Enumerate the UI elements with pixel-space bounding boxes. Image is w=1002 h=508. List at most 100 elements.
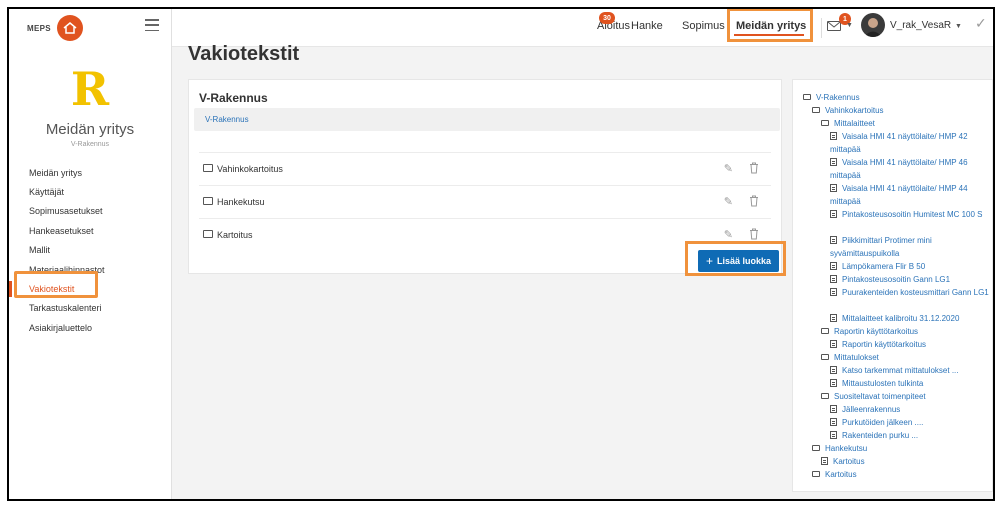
sidebar-item-asiakirjaluettelo[interactable]: Asiakirjaluettelo: [9, 318, 171, 337]
breadcrumb-link[interactable]: V-Rakennus: [205, 115, 249, 124]
folder-icon: [812, 471, 820, 477]
highlight-box-nav: [727, 9, 813, 42]
document-icon: [830, 132, 837, 140]
document-icon: [830, 158, 837, 166]
sidebar-item-tarkastuskalenteri[interactable]: Tarkastuskalenteri: [9, 299, 171, 318]
tree-item[interactable]: Raportin käyttötarkoitus: [830, 338, 926, 351]
nav-sopimus[interactable]: Sopimus: [682, 20, 725, 32]
tree-item[interactable]: Kartoitus: [812, 468, 857, 481]
mail-icon[interactable]: [827, 21, 841, 31]
sidebar-item-mallit[interactable]: Mallit: [9, 241, 171, 260]
sidebar-item-materiaalihinnastot[interactable]: Materiaalihinnastot: [9, 260, 171, 279]
sidebar-item-meidan-yritys[interactable]: Meidän yritys: [9, 163, 171, 182]
folder-icon: [812, 445, 820, 451]
category-row[interactable]: Vahinkokartoitus ✎: [199, 152, 771, 185]
logo[interactable]: MEPS: [9, 9, 171, 47]
tree-item[interactable]: Mittatulokset: [821, 351, 879, 364]
company-subtitle: V-Rakennus: [70, 141, 110, 148]
sidebar-item-hankeasetukset[interactable]: Hankeasetukset: [9, 221, 171, 240]
tree-item[interactable]: Rakenteiden purku ...: [830, 429, 918, 442]
tree-item[interactable]: Suositeltavat toimenpiteet: [821, 390, 926, 403]
tree-item[interactable]: Piikkimittari Protimer mini syvämittausp…: [830, 234, 990, 260]
trash-icon[interactable]: [749, 161, 759, 174]
sidebar-item-vakiotekstit[interactable]: Vakiotekstit: [9, 279, 171, 298]
tree-item[interactable]: Purkutöiden jälkeen ....: [830, 416, 923, 429]
categories-card: V-Rakennus V-Rakennus Vahinkokartoitus ✎…: [188, 79, 786, 276]
document-icon: [830, 184, 837, 192]
folder-icon: [203, 230, 213, 238]
trash-icon[interactable]: [749, 227, 759, 240]
document-icon: [830, 314, 837, 322]
nav-hanke[interactable]: Hanke: [631, 20, 663, 32]
tree-item[interactable]: Vahinkokartoitus: [812, 104, 884, 117]
folder-icon: [203, 164, 213, 172]
edit-icon[interactable]: ✎: [724, 228, 733, 241]
category-row[interactable]: Hankekutsu ✎: [199, 185, 771, 218]
document-icon: [830, 366, 837, 374]
tree-item[interactable]: Mittaustulosten tulkinta: [830, 377, 923, 390]
tree-item[interactable]: Mittalaitteet kalibroitu 31.12.2020: [830, 312, 959, 325]
tree-item[interactable]: Vaisala HMI 41 näyttölaite/ HMP 44 mitta…: [830, 182, 990, 208]
company-name: Meidän yritys: [45, 121, 135, 138]
category-label[interactable]: Vahinkokartoitus: [217, 164, 283, 174]
tree-item[interactable]: Puurakenteiden kosteusmittari Gann LG1: [830, 286, 990, 299]
tree-item[interactable]: Vaisala HMI 41 näyttölaite/ HMP 42 mitta…: [830, 130, 990, 156]
tree-item[interactable]: Jälleenrakennus: [830, 403, 900, 416]
folder-icon: [821, 328, 829, 334]
page-title: Vakiotekstit: [188, 43, 300, 65]
folder-icon: [812, 107, 820, 113]
user-name[interactable]: V_rak_VesaR: [890, 20, 951, 31]
folder-icon: [803, 94, 811, 100]
document-icon: [830, 236, 837, 244]
chevron-down-icon[interactable]: ▼: [846, 22, 853, 29]
category-row[interactable]: Kartoitus ✎: [199, 218, 771, 251]
nav-divider: [821, 18, 822, 38]
category-label[interactable]: Kartoitus: [217, 230, 253, 240]
tree-item[interactable]: Kartoitus: [821, 455, 865, 468]
sidebar-item-sopimusasetukset[interactable]: Sopimusasetukset: [9, 202, 171, 221]
tree-item[interactable]: Katso tarkemmat mittatulokset ...: [830, 364, 958, 377]
logo-text: MEPS: [27, 23, 51, 33]
document-icon: [830, 210, 837, 218]
tree-item[interactable]: Mittalaitteet: [821, 117, 875, 130]
edit-icon[interactable]: ✎: [724, 195, 733, 208]
category-label[interactable]: Hankekutsu: [217, 197, 265, 207]
document-icon: [830, 431, 837, 439]
folder-icon: [821, 393, 829, 399]
folder-icon: [203, 197, 213, 205]
avatar[interactable]: [861, 13, 885, 37]
notification-badge-aloitus: 30: [599, 12, 615, 24]
tree-item[interactable]: Pintakosteusosoitin Gann LG1: [830, 273, 950, 286]
folder-icon: [821, 354, 829, 360]
edit-icon[interactable]: ✎: [724, 162, 733, 175]
document-icon: [821, 457, 828, 465]
document-icon: [830, 405, 837, 413]
company-logo-letter: R: [70, 62, 110, 116]
sidebar-item-kayttajat[interactable]: Käyttäjät: [9, 182, 171, 201]
check-icon[interactable]: ✓: [975, 15, 987, 32]
document-icon: [830, 340, 837, 348]
tree-item[interactable]: Pintakosteusosoitin Humitest MC 100 S: [830, 208, 990, 221]
top-navigation: Aloitus 30 Hanke Sopimus Meidän yritys 1…: [172, 9, 993, 47]
tree-item[interactable]: Vaisala HMI 41 näyttölaite/ HMP 46 mitta…: [830, 156, 990, 182]
document-icon: [830, 275, 837, 283]
document-icon: [830, 288, 837, 296]
tree-item[interactable]: Hankekutsu: [812, 442, 867, 455]
house-logo-icon: [56, 15, 83, 41]
category-tree-panel: V-Rakennus Vahinkokartoitus Mittalaittee…: [792, 79, 993, 492]
trash-icon[interactable]: [749, 194, 759, 207]
tree-item[interactable]: V-Rakennus: [803, 91, 860, 104]
tree-item[interactable]: Raportin käyttötarkoitus: [821, 325, 918, 338]
document-icon: [830, 262, 837, 270]
app-window: MEPS R Meidän yritys V-Rakennus Meidän y…: [7, 7, 995, 501]
menu-toggle-icon[interactable]: [145, 19, 159, 31]
add-category-button[interactable]: + Lisää luokka: [698, 250, 779, 272]
document-icon: [830, 418, 837, 426]
sidebar: MEPS R Meidän yritys V-Rakennus Meidän y…: [9, 9, 172, 499]
breadcrumb: V-Rakennus: [194, 108, 780, 131]
card-title: V-Rakennus: [199, 91, 268, 105]
plus-icon: +: [705, 254, 713, 268]
user-menu-chevron-icon[interactable]: ▼: [955, 23, 962, 30]
document-icon: [830, 379, 837, 387]
tree-item[interactable]: Lämpökamera Flir B 50: [830, 260, 925, 273]
